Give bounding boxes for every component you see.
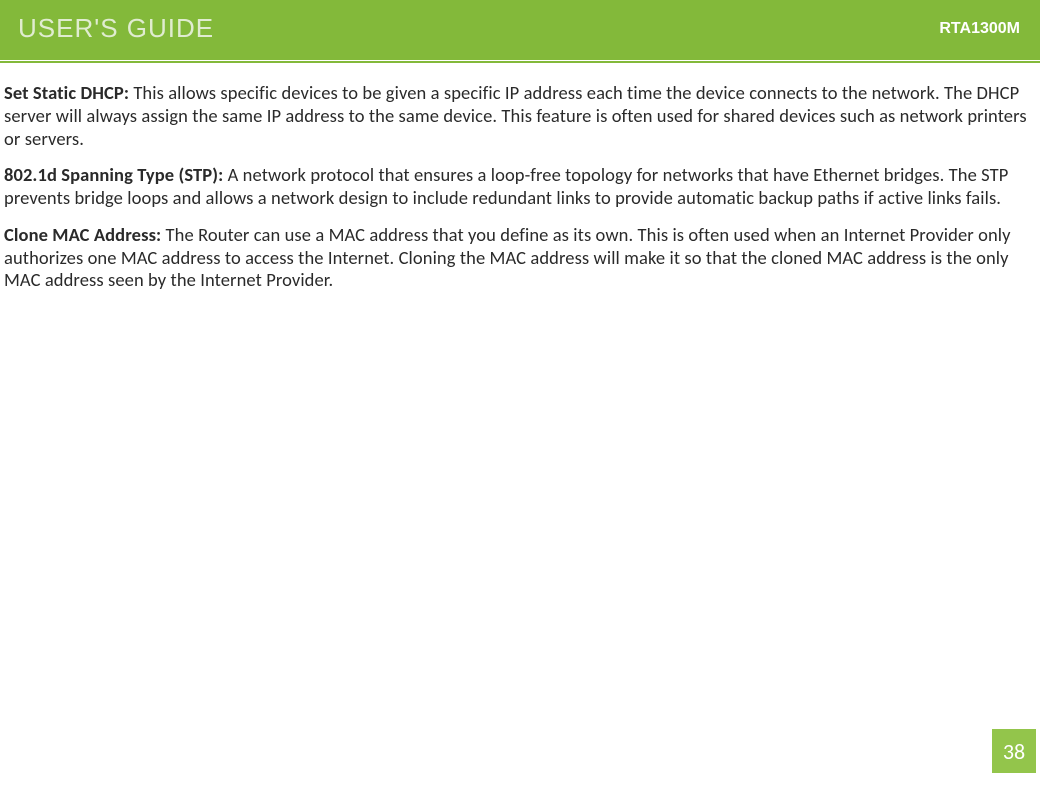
document-content: Set Static DHCP: This allows specific de…: [0, 60, 1040, 316]
term-clone-mac: Clone MAC Address:: [4, 223, 166, 246]
header-title: USER'S GUIDE: [18, 13, 214, 44]
header-model: RTA1300M: [939, 20, 1020, 38]
text-static-dhcp: This allows specific devices to be given…: [4, 81, 1027, 150]
document-header: USER'S GUIDE RTA1300M: [0, 0, 1040, 60]
page-number: 38: [1003, 738, 1025, 765]
paragraph-static-dhcp: Set Static DHCP: This allows specific de…: [4, 82, 1030, 150]
paragraph-spanning-type: 802.1d Spanning Type (STP): A network pr…: [4, 164, 1030, 210]
term-static-dhcp: Set Static DHCP:: [4, 81, 133, 104]
page-number-box: 38: [992, 729, 1036, 773]
term-spanning-type: 802.1d Spanning Type (STP):: [4, 163, 228, 186]
paragraph-clone-mac: Clone MAC Address: The Router can use a …: [4, 224, 1030, 292]
